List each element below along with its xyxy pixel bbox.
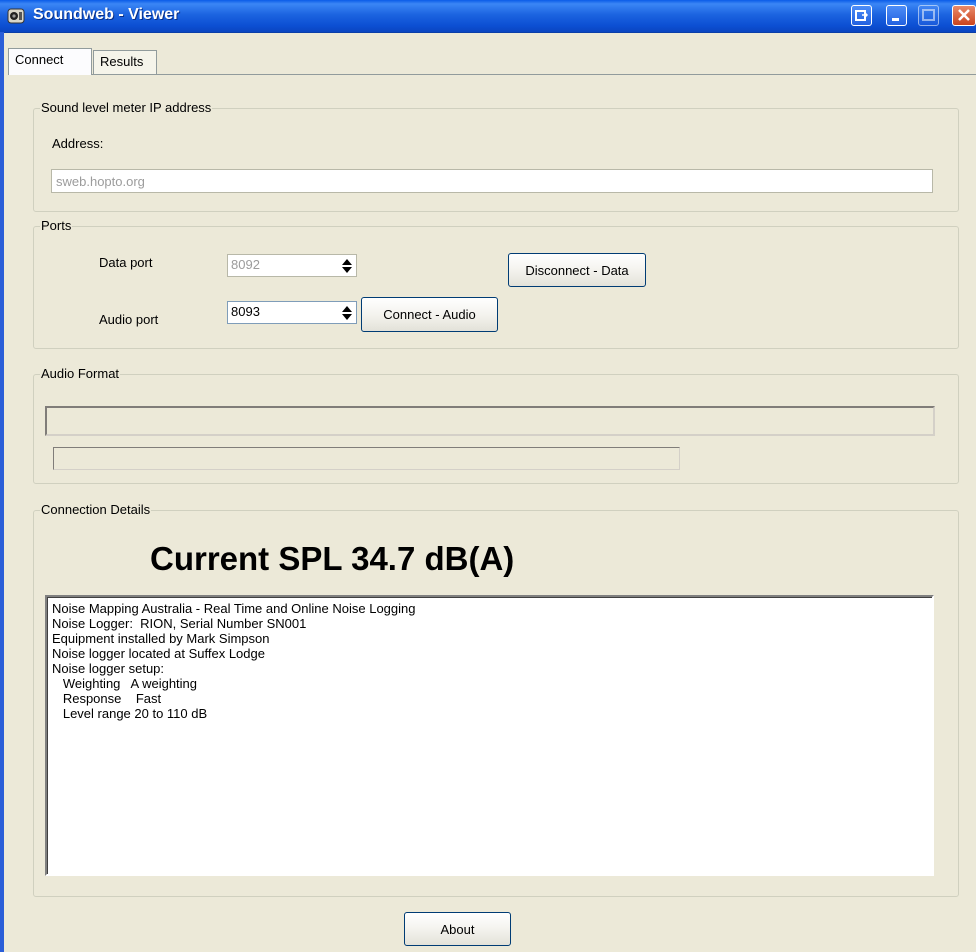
disconnect-data-button[interactable]: Disconnect - Data <box>508 253 646 287</box>
context-help-icon <box>855 10 869 21</box>
close-button[interactable] <box>952 5 976 26</box>
audio-port-value: 8093 <box>231 304 260 319</box>
title-bar[interactable]: Soundweb - Viewer <box>0 0 976 33</box>
connection-details-textarea[interactable]: Noise Mapping Australia - Real Time and … <box>45 595 934 876</box>
ip-address-group: Sound level meter IP address <box>33 100 959 212</box>
spin-arrows-icon[interactable] <box>340 304 354 322</box>
window-left-border <box>0 32 4 952</box>
disconnect-data-label: Disconnect - Data <box>525 262 629 278</box>
spin-arrows-icon[interactable] <box>340 257 354 275</box>
data-port-spinner[interactable]: 8092 <box>227 254 357 277</box>
maximize-icon <box>922 9 935 21</box>
maximize-button[interactable] <box>918 5 939 26</box>
address-label: Address: <box>52 136 104 151</box>
audio-format-group-legend: Audio Format <box>40 366 121 381</box>
connect-audio-button[interactable]: Connect - Audio <box>361 297 498 332</box>
app-window: Soundweb - Viewer Connect Results Sound … <box>0 0 976 952</box>
about-button[interactable]: About <box>404 912 511 946</box>
minimize-button[interactable] <box>886 5 907 26</box>
help-button[interactable] <box>851 5 872 26</box>
connect-audio-label: Connect - Audio <box>383 307 476 322</box>
ports-group-legend: Ports <box>40 218 73 233</box>
tab-connect[interactable]: Connect <box>8 48 92 75</box>
app-speaker-icon <box>7 7 25 25</box>
minimize-icon <box>892 18 899 21</box>
window-title: Soundweb - Viewer <box>33 6 180 23</box>
close-icon <box>958 9 970 21</box>
tab-results-label: Results <box>100 54 144 69</box>
data-port-label: Data port <box>99 255 153 270</box>
about-label: About <box>440 921 475 937</box>
tab-results[interactable]: Results <box>93 50 157 74</box>
connection-details-group-legend: Connection Details <box>40 502 152 517</box>
address-input[interactable] <box>51 169 933 193</box>
audio-format-secondary-field[interactable] <box>53 447 680 470</box>
current-spl-readout: Current SPL 34.7 dB(A) <box>150 540 515 577</box>
data-port-value: 8092 <box>231 257 260 272</box>
audio-format-field[interactable] <box>45 406 935 436</box>
audio-port-spinner[interactable]: 8093 <box>227 301 357 324</box>
ip-address-group-legend: Sound level meter IP address <box>40 100 213 115</box>
audio-port-label: Audio port <box>99 312 159 327</box>
tab-connect-label: Connect <box>15 52 64 67</box>
